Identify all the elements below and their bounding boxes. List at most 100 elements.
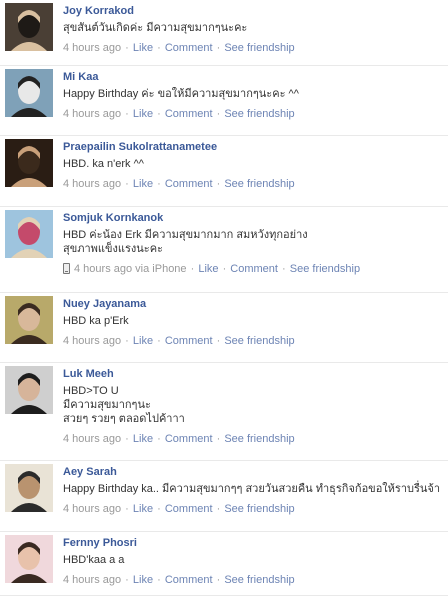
post-meta: 4 hours ago · Like · Comment · See frien… <box>63 334 442 348</box>
separator-dot: · <box>187 263 198 275</box>
see-friendship-link[interactable]: See friendship <box>290 263 360 275</box>
post-message: Happy Birthday ka.. มีความสุขมากๆๆ สวยวั… <box>63 483 441 495</box>
post-content: Praepailin Sukolrattanametee HBD. ka n'er… <box>63 140 442 191</box>
see-friendship-link[interactable]: See friendship <box>224 433 294 445</box>
separator-dot: · <box>278 263 289 275</box>
timestamp: 4 hours ago <box>63 335 122 347</box>
separator-dot: · <box>122 433 132 445</box>
wall-post: Joy Korrakod สุขสันต์วันเกิดค่ะ มีความสุข… <box>0 0 448 66</box>
post-meta: 4 hours ago · Like · Comment · See frien… <box>63 502 442 516</box>
avatar[interactable] <box>5 366 53 414</box>
separator-dot: · <box>122 503 132 515</box>
avatar[interactable] <box>5 3 53 51</box>
see-friendship-link[interactable]: See friendship <box>224 574 294 586</box>
separator-dot: · <box>213 335 224 347</box>
separator-dot: · <box>213 503 224 515</box>
separator-dot: · <box>154 108 164 120</box>
wall-post-feed: Joy Korrakod สุขสันต์วันเกิดค่ะ มีความสุข… <box>0 0 448 596</box>
wall-post: Luk Meeh HBD>TO U มีความสุขมากๆนะ สวยๆ รว… <box>0 363 448 461</box>
comment-link[interactable]: Comment <box>165 503 213 515</box>
wall-post: Nuey Jayanama HBD ka p'Erk 4 hours ago · L… <box>0 293 448 363</box>
via-source: via iPhone <box>135 263 187 275</box>
separator-dot: · <box>122 335 132 347</box>
comment-link[interactable]: Comment <box>165 335 213 347</box>
author-name-link[interactable]: Aey Sarah <box>63 465 442 479</box>
post-content: Luk Meeh HBD>TO U มีความสุขมากๆนะ สวยๆ รว… <box>63 367 442 446</box>
separator-dot: · <box>154 433 164 445</box>
separator-dot: · <box>154 335 164 347</box>
like-link[interactable]: Like <box>133 108 153 120</box>
post-meta: 4 hours ago · Like · Comment · See frien… <box>63 41 442 55</box>
comment-link[interactable]: Comment <box>165 42 213 54</box>
author-name-link[interactable]: Mi Kaa <box>63 70 442 84</box>
wall-post: Somjuk Kornkanok HBD ค่ะน้อง Erk มีความสุ… <box>0 207 448 293</box>
comment-link[interactable]: Comment <box>165 433 213 445</box>
separator-dot: · <box>213 574 224 586</box>
like-link[interactable]: Like <box>133 503 153 515</box>
like-link[interactable]: Like <box>133 42 153 54</box>
avatar[interactable] <box>5 464 53 512</box>
author-name-link[interactable]: Fernny Phosri <box>63 536 442 550</box>
timestamp: 4 hours ago <box>63 574 122 586</box>
timestamp: 4 hours ago <box>63 42 122 54</box>
avatar[interactable] <box>5 210 53 258</box>
separator-dot: · <box>213 108 224 120</box>
separator-dot: · <box>213 433 224 445</box>
post-meta: 4 hours ago · Like · Comment · See frien… <box>63 177 442 191</box>
post-meta: 4 hours ago via iPhone · Like · Comment … <box>63 262 442 276</box>
separator-dot: · <box>154 42 164 54</box>
like-link[interactable]: Like <box>133 335 153 347</box>
post-meta: 4 hours ago · Like · Comment · See frien… <box>63 573 442 587</box>
avatar[interactable] <box>5 296 53 344</box>
separator-dot: · <box>154 574 164 586</box>
like-link[interactable]: Like <box>198 263 218 275</box>
wall-post: Aey Sarah Happy Birthday ka.. มีความสุขมา… <box>0 461 448 532</box>
post-content: Nuey Jayanama HBD ka p'Erk 4 hours ago · L… <box>63 297 442 348</box>
timestamp: 4 hours ago <box>63 503 122 515</box>
separator-dot: · <box>122 574 132 586</box>
wall-post: Praepailin Sukolrattanametee HBD. ka n'er… <box>0 136 448 207</box>
separator-dot: · <box>122 108 132 120</box>
separator-dot: · <box>154 503 164 515</box>
like-link[interactable]: Like <box>133 433 153 445</box>
comment-link[interactable]: Comment <box>230 263 278 275</box>
avatar[interactable] <box>5 535 53 583</box>
post-message: HBD'kaa a a <box>63 554 125 566</box>
post-content: Aey Sarah Happy Birthday ka.. มีความสุขมา… <box>63 465 442 516</box>
see-friendship-link[interactable]: See friendship <box>224 335 294 347</box>
like-link[interactable]: Like <box>133 574 153 586</box>
avatar[interactable] <box>5 69 53 117</box>
post-content: Joy Korrakod สุขสันต์วันเกิดค่ะ มีความสุข… <box>63 4 442 55</box>
author-name-link[interactable]: Nuey Jayanama <box>63 297 442 311</box>
see-friendship-link[interactable]: See friendship <box>224 108 294 120</box>
comment-link[interactable]: Comment <box>165 108 213 120</box>
separator-dot: · <box>154 178 164 190</box>
post-message: HBD ค่ะน้อง Erk มีความสุขมากมาก สมหวังทุ… <box>63 229 308 255</box>
post-content: Mi Kaa Happy Birthday ค่ะ ขอให้มีความสุขม… <box>63 70 442 121</box>
author-name-link[interactable]: Luk Meeh <box>63 367 442 381</box>
separator-dot: · <box>213 178 224 190</box>
timestamp: 4 hours ago <box>63 178 122 190</box>
author-name-link[interactable]: Praepailin Sukolrattanametee <box>63 140 442 154</box>
see-friendship-link[interactable]: See friendship <box>224 503 294 515</box>
post-message: HBD ka p'Erk <box>63 315 129 327</box>
wall-post: Mi Kaa Happy Birthday ค่ะ ขอให้มีความสุขม… <box>0 66 448 136</box>
separator-dot: · <box>122 178 132 190</box>
author-name-link[interactable]: Joy Korrakod <box>63 4 442 18</box>
separator-dot: · <box>122 42 132 54</box>
wall-post: Fernny Phosri HBD'kaa a a 4 hours ago · Li… <box>0 532 448 596</box>
separator-dot: · <box>213 42 224 54</box>
like-link[interactable]: Like <box>133 178 153 190</box>
timestamp: 4 hours ago <box>63 108 122 120</box>
post-message: HBD>TO U มีความสุขมากๆนะ สวยๆ รวยๆ ตลอดไ… <box>63 385 185 425</box>
post-content: Fernny Phosri HBD'kaa a a 4 hours ago · Li… <box>63 536 442 587</box>
author-name-link[interactable]: Somjuk Kornkanok <box>63 211 442 225</box>
post-message: Happy Birthday ค่ะ ขอให้มีความสุขมากๆนะค… <box>63 88 299 100</box>
see-friendship-link[interactable]: See friendship <box>224 178 294 190</box>
avatar[interactable] <box>5 139 53 187</box>
comment-link[interactable]: Comment <box>165 574 213 586</box>
post-content: Somjuk Kornkanok HBD ค่ะน้อง Erk มีความสุ… <box>63 211 442 276</box>
comment-link[interactable]: Comment <box>165 178 213 190</box>
mobile-phone-icon <box>63 263 70 274</box>
see-friendship-link[interactable]: See friendship <box>224 42 294 54</box>
